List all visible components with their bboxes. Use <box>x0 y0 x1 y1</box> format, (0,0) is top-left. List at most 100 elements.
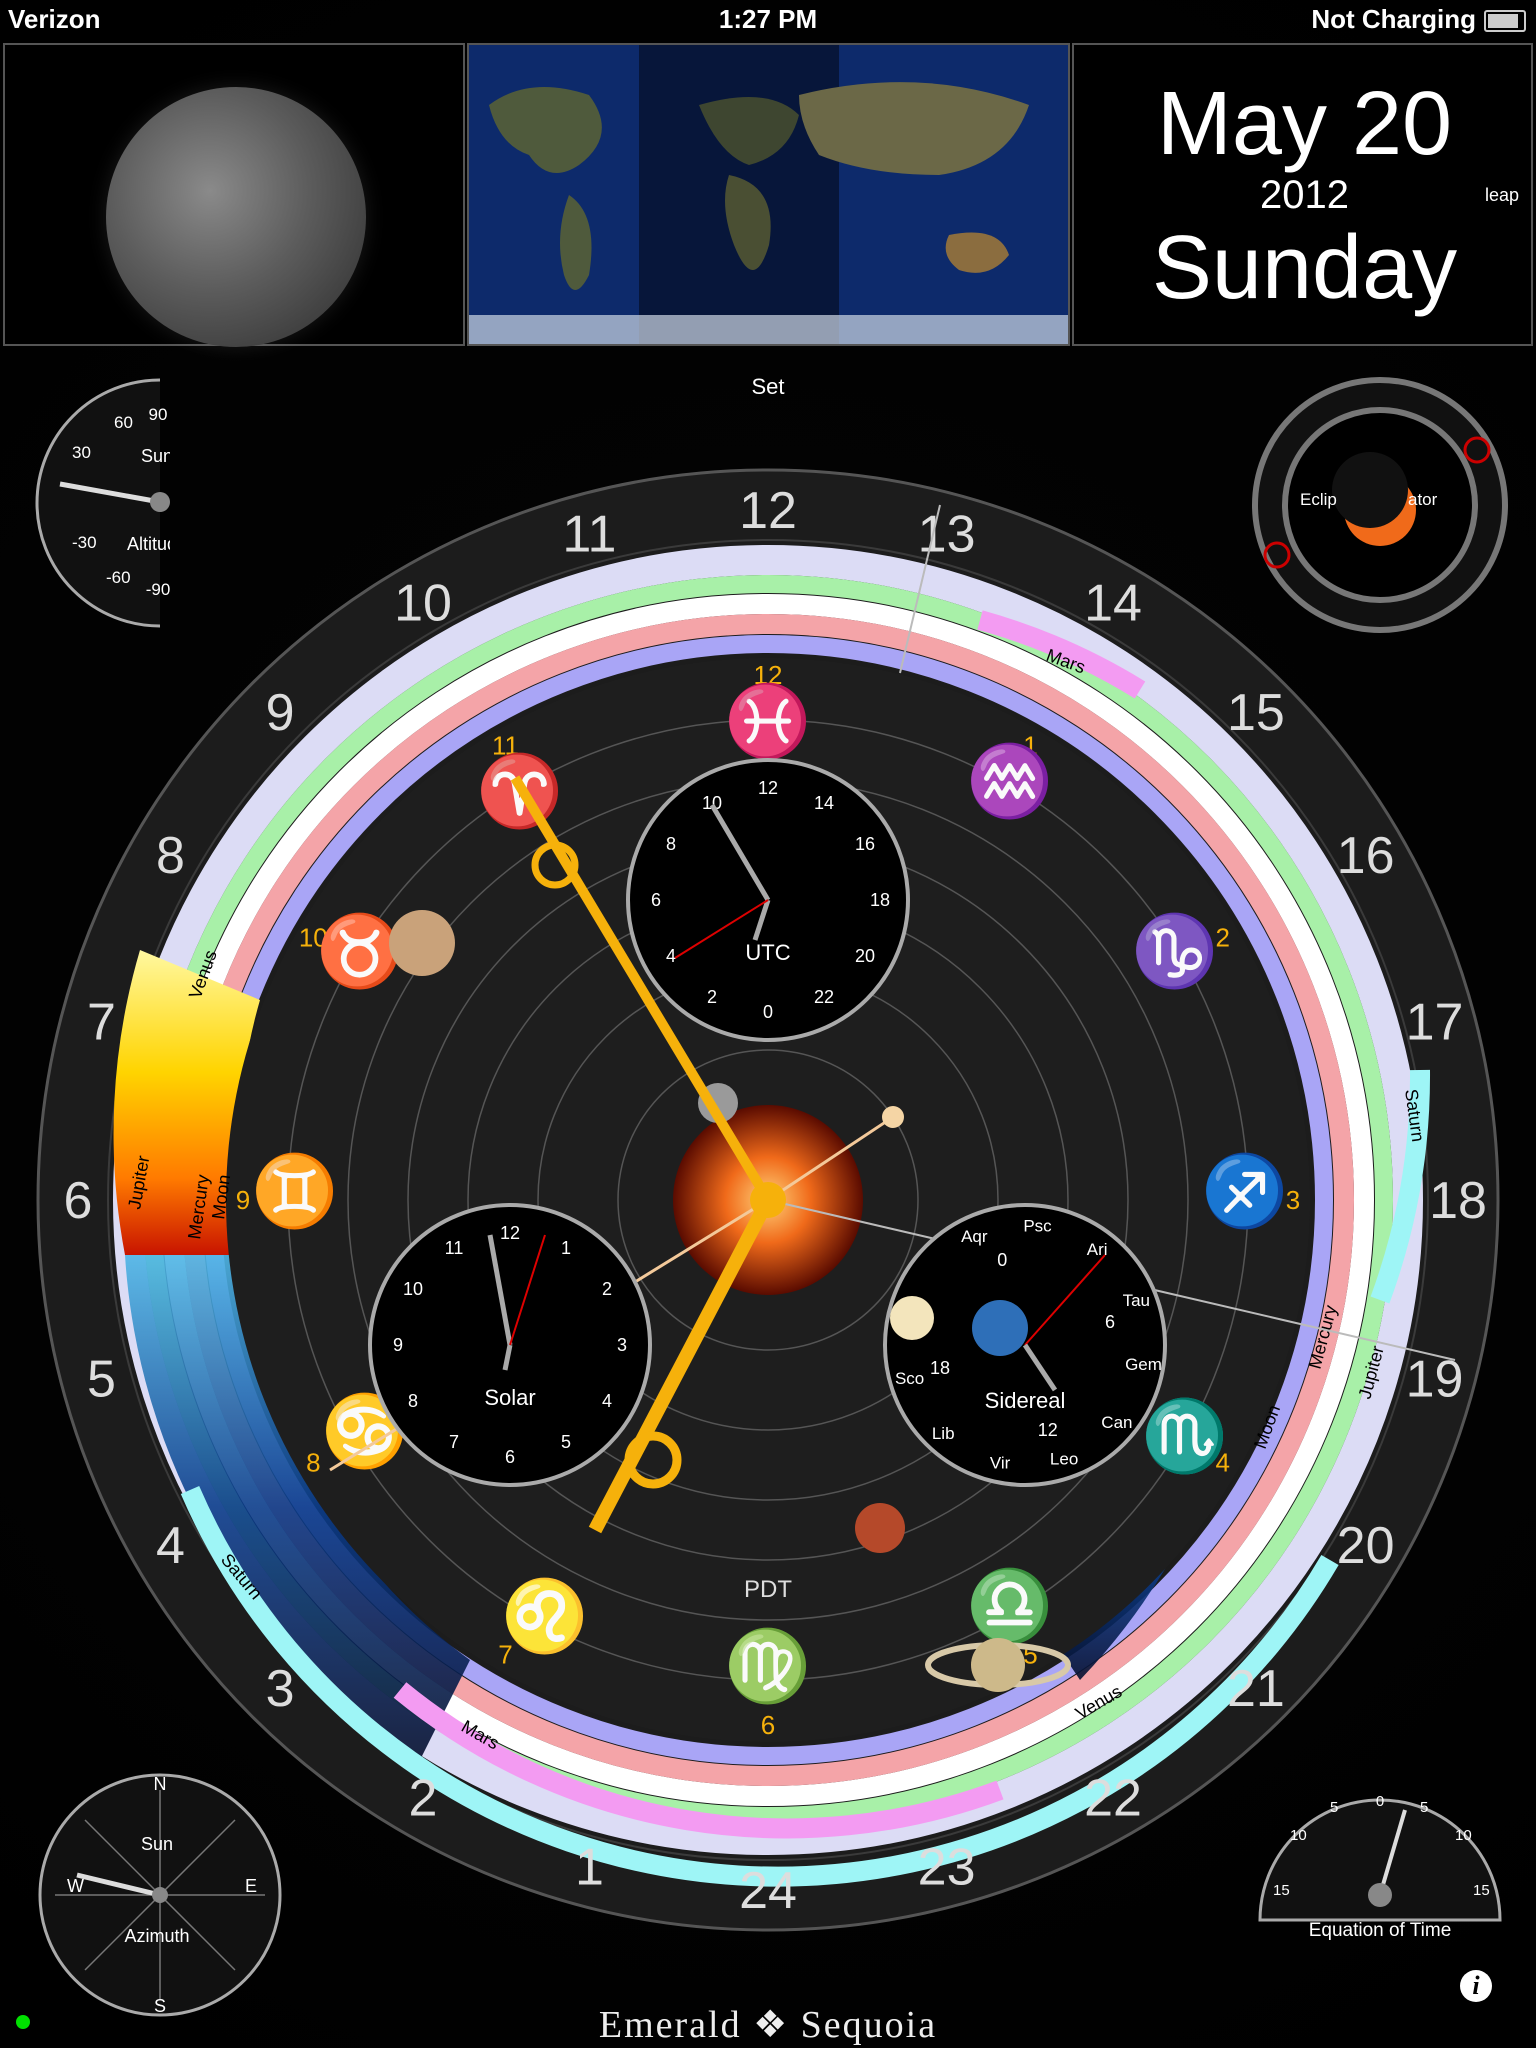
svg-text:-60: -60 <box>106 568 131 587</box>
brand-text: Emerald ❖ Sequoia <box>598 2004 938 2046</box>
svg-text:Sun: Sun <box>141 1834 173 1854</box>
eot-label: Equation of Time <box>1308 1920 1452 1941</box>
utc-number-6: 0 <box>763 1002 773 1022</box>
sidereal-zodiac-3: Tau <box>1123 1291 1150 1310</box>
svg-text:5: 5 <box>1330 1799 1338 1816</box>
svg-text:♌: ♌ <box>501 1576 588 1656</box>
utc-number-11: 10 <box>702 793 722 813</box>
svg-text:Azimuth: Azimuth <box>124 1926 189 1946</box>
sidereal-zodiac-5: Can <box>1101 1413 1132 1432</box>
svg-text:♐: ♐ <box>1201 1151 1288 1231</box>
sidereal-zodiac-6: Leo <box>1050 1450 1078 1469</box>
svg-text:60: 60 <box>114 413 133 432</box>
svg-text:E: E <box>245 1876 257 1896</box>
sidereal-number-1: 6 <box>1105 1312 1115 1332</box>
outer-hour-22: 10 <box>394 574 452 632</box>
svg-text:15: 15 <box>1473 1882 1490 1899</box>
equation-of-time-gauge[interactable]: 0 5 10 15 5 10 15 <box>1255 1770 1505 1930</box>
leap-indicator: leap <box>1484 185 1519 205</box>
svg-text:♏: ♏ <box>1141 1396 1228 1476</box>
month-day-text: May 20 <box>1156 74 1453 174</box>
outer-hour-19: 7 <box>87 993 116 1051</box>
inner-hour-9: 9 <box>236 1185 250 1215</box>
solar-number-11: 11 <box>445 1238 464 1258</box>
svg-text:♊: ♊ <box>251 1151 338 1231</box>
solar-number-1: 1 <box>561 1238 571 1258</box>
moon-icon <box>106 87 366 347</box>
sidereal-zodiac-1: Psc <box>1023 1217 1052 1236</box>
status-bar: Verizon 1:27 PM Not Charging <box>0 0 1536 40</box>
utc-number-10: 8 <box>666 834 676 854</box>
svg-text:10: 10 <box>1290 1827 1307 1844</box>
sidereal-zodiac-9: Sco <box>895 1369 924 1388</box>
svg-text:30: 30 <box>72 443 91 462</box>
outer-hour-18: 6 <box>64 1172 93 1230</box>
azimuth-gauge[interactable]: N E S W Sun Azimuth <box>35 1770 285 2020</box>
outer-hour-15: 3 <box>266 1660 295 1718</box>
battery-icon <box>1484 10 1526 32</box>
utc-number-1: 14 <box>814 793 834 813</box>
sidereal-zodiac-4: Gem <box>1125 1355 1162 1374</box>
altitude-gauge[interactable]: 90 60 30 -30 -60 -90 Sun Altitude <box>30 378 170 628</box>
altitude-label: Altitude <box>127 534 170 554</box>
info-button[interactable]: i <box>1460 1970 1492 2002</box>
svg-text:5: 5 <box>1420 1799 1428 1816</box>
outer-hour-14: 2 <box>409 1770 438 1828</box>
outer-hour-11: 23 <box>918 1839 976 1897</box>
solar-subdial: 121234567891011 Solar <box>368 1203 652 1487</box>
outer-hour-16: 4 <box>156 1517 185 1575</box>
outer-hour-6: 18 <box>1429 1172 1487 1230</box>
sidereal-label: Sidereal <box>985 1388 1066 1413</box>
outer-hour-4: 16 <box>1337 827 1395 885</box>
sidereal-zodiac-0: Aqr <box>961 1227 988 1246</box>
clock-label: 1:27 PM <box>718 4 818 34</box>
utc-label: UTC <box>745 940 790 965</box>
sidereal-number-0: 0 <box>997 1250 1007 1270</box>
svg-text:10: 10 <box>1455 1827 1472 1844</box>
utc-number-4: 20 <box>855 946 875 966</box>
utc-number-8: 4 <box>666 946 676 966</box>
outer-hour-5: 17 <box>1406 993 1464 1051</box>
outer-hour-0: 12 <box>739 482 797 540</box>
utc-subdial: 12 14 16 18 20 22 0 2 4 6 8 10 UTC <box>626 758 910 1042</box>
utc-number-0: 12 <box>758 778 778 798</box>
inner-hour-8: 8 <box>306 1448 320 1478</box>
outer-hour-8: 20 <box>1337 1517 1395 1575</box>
outer-hour-9: 21 <box>1227 1660 1285 1718</box>
weekday-text: Sunday <box>1151 218 1458 318</box>
moon-phase-panel <box>3 43 465 347</box>
svg-text:W: W <box>67 1876 84 1896</box>
outer-hour-2: 14 <box>1084 574 1142 632</box>
earth-icon <box>972 1300 1028 1356</box>
utc-number-3: 18 <box>870 890 890 910</box>
altitude-title: Sun <box>141 446 170 466</box>
utc-number-9: 6 <box>651 890 661 910</box>
svg-text:N: N <box>154 1774 167 1794</box>
outer-hour-20: 8 <box>156 827 185 885</box>
outer-hour-23: 11 <box>562 506 616 564</box>
solar-number-4: 4 <box>602 1391 612 1411</box>
svg-text:Eclip: Eclip <box>1300 490 1337 509</box>
charging-label: Not Charging <box>1311 4 1476 34</box>
svg-text:♍: ♍ <box>724 1626 811 1706</box>
solar-number-6: 6 <box>505 1447 515 1467</box>
solar-label: Solar <box>484 1385 535 1410</box>
sidereal-subdial: AqrPscAriTauGemCanLeoVirLibScoCap 061218… <box>883 1203 1167 1487</box>
outer-hour-17: 5 <box>87 1351 116 1409</box>
sidereal-zodiac-8: Lib <box>932 1424 955 1443</box>
utc-number-7: 2 <box>707 987 717 1007</box>
svg-text:15: 15 <box>1273 1882 1290 1899</box>
solar-number-8: 8 <box>408 1391 418 1411</box>
svg-text:-30: -30 <box>72 533 97 552</box>
svg-text:♓: ♓ <box>724 681 811 761</box>
svg-text:ator: ator <box>1408 490 1438 509</box>
utc-number-2: 16 <box>855 834 875 854</box>
inner-hour-6: 6 <box>761 1710 775 1740</box>
svg-text:♒: ♒ <box>966 741 1053 821</box>
solar-number-3: 3 <box>617 1335 627 1355</box>
ecliptic-gauge[interactable]: Eclip ator <box>1250 375 1510 635</box>
svg-text:90: 90 <box>149 405 168 424</box>
outer-hour-3: 15 <box>1227 684 1285 742</box>
solar-number-7: 7 <box>449 1432 459 1452</box>
utc-number-5: 22 <box>814 987 834 1007</box>
